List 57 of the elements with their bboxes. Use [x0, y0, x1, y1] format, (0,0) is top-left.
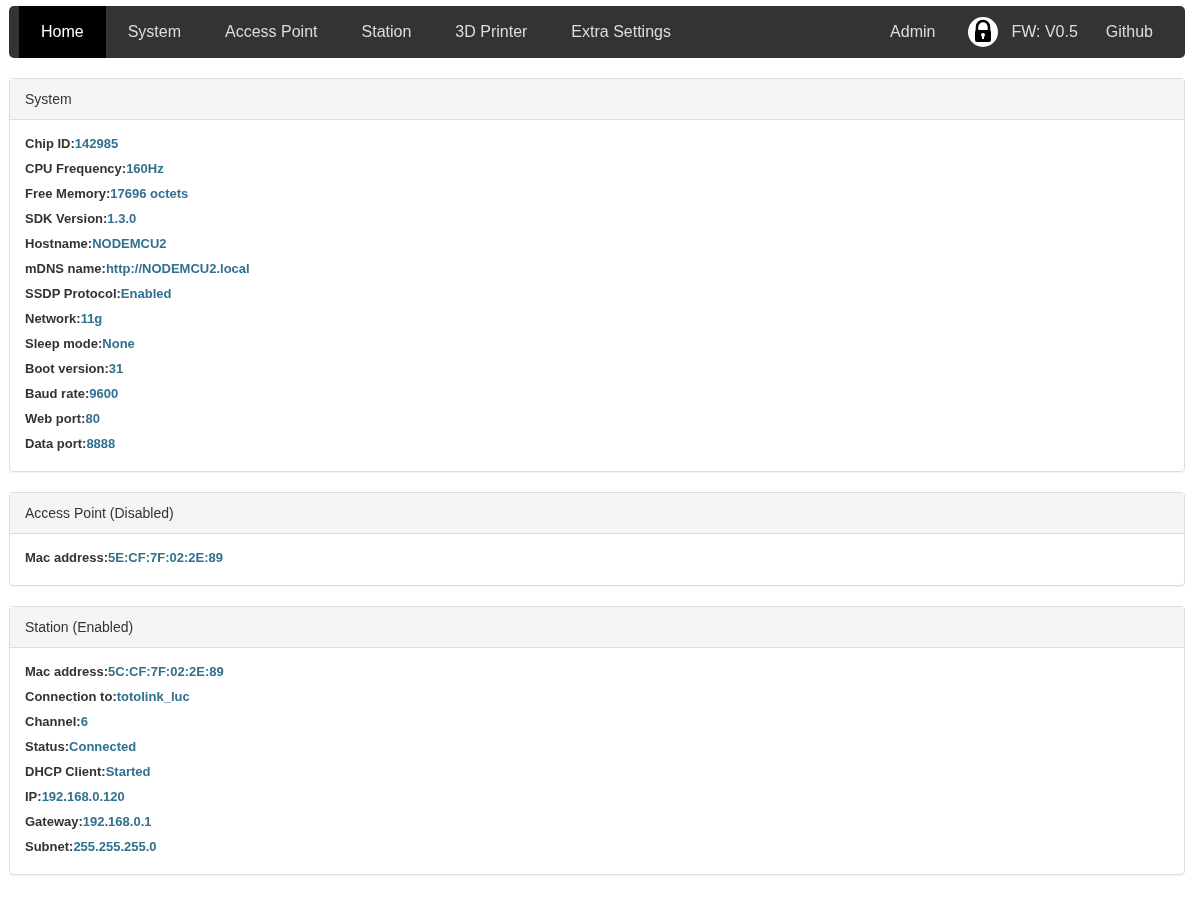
lock-icon[interactable] [967, 16, 1000, 48]
field-value: 6 [80, 714, 88, 729]
field-label: Connection to: [25, 689, 117, 704]
field-label: CPU Frequency: [25, 161, 127, 176]
github-link[interactable]: Github [1093, 6, 1165, 58]
panel-heading: Station (Enabled) [10, 607, 1184, 648]
admin-link[interactable]: Admin [868, 6, 958, 58]
field-value: Connected [69, 739, 137, 754]
field-value: Enabled [120, 286, 172, 301]
field-value: 255.255.255.0 [73, 839, 157, 854]
field-label: Free Memory: [25, 186, 111, 201]
nav-tab[interactable]: System [105, 6, 204, 58]
field-label: Baud rate: [25, 386, 90, 401]
field-label: Channel: [25, 714, 81, 729]
field-label: Web port: [25, 411, 86, 426]
field-value: 192.168.0.1 [82, 814, 152, 829]
field-label: Status: [25, 739, 70, 754]
nav-tab[interactable]: Home [19, 6, 106, 58]
firmware-version: FW: V0.5 [1010, 22, 1079, 42]
field-label: DHCP Client: [25, 764, 106, 779]
field-value: Started [105, 764, 151, 779]
field-label: mDNS name: [25, 261, 106, 276]
field-value: 80 [85, 411, 100, 426]
field-label: Mac address: [25, 550, 109, 565]
nav-tab[interactable]: Extra Settings [549, 6, 693, 58]
panel-heading: Access Point (Disabled) [10, 493, 1184, 534]
field-label: Sleep mode: [25, 336, 103, 351]
field-value: 11g [80, 311, 103, 326]
field-label: Network: [25, 311, 81, 326]
field-value: http://NODEMCU2.local [105, 261, 250, 276]
field-value: 31 [108, 361, 124, 376]
field-label: Subnet: [25, 839, 74, 854]
field-value: 1.3.0 [107, 211, 137, 226]
field-value: totolink_luc [116, 689, 190, 704]
field-label: IP: [25, 789, 42, 804]
field-value: 9600 [89, 386, 119, 401]
field-value: 5E:CF:7F:02:2E:89 [108, 550, 223, 565]
nav-tab[interactable]: Access Point [203, 6, 340, 58]
field-value: None [102, 336, 135, 351]
field-label: SDK Version: [25, 211, 108, 226]
field-label: Data port: [25, 436, 87, 451]
nav-tab[interactable]: Station [339, 6, 434, 58]
field-value: NODEMCU2 [92, 236, 167, 251]
field-label: Mac address: [25, 664, 109, 679]
field-value: 5C:CF:7F:02:2E:89 [108, 664, 224, 679]
field-label: Boot version: [25, 361, 109, 376]
field-label: Hostname: [25, 236, 93, 251]
nav-tab[interactable]: 3D Printer [433, 6, 550, 58]
panel-heading: System [10, 79, 1184, 120]
field-value: 160Hz [126, 161, 164, 176]
field-label: SSDP Protocol: [25, 286, 121, 301]
field-value: 8888 [86, 436, 116, 451]
field-value: 142985 [74, 136, 119, 151]
field-value: 17696 octets [110, 186, 189, 201]
field-label: Chip ID: [25, 136, 75, 151]
field-value: 192.168.0.120 [41, 789, 125, 804]
field-label: Gateway: [25, 814, 83, 829]
